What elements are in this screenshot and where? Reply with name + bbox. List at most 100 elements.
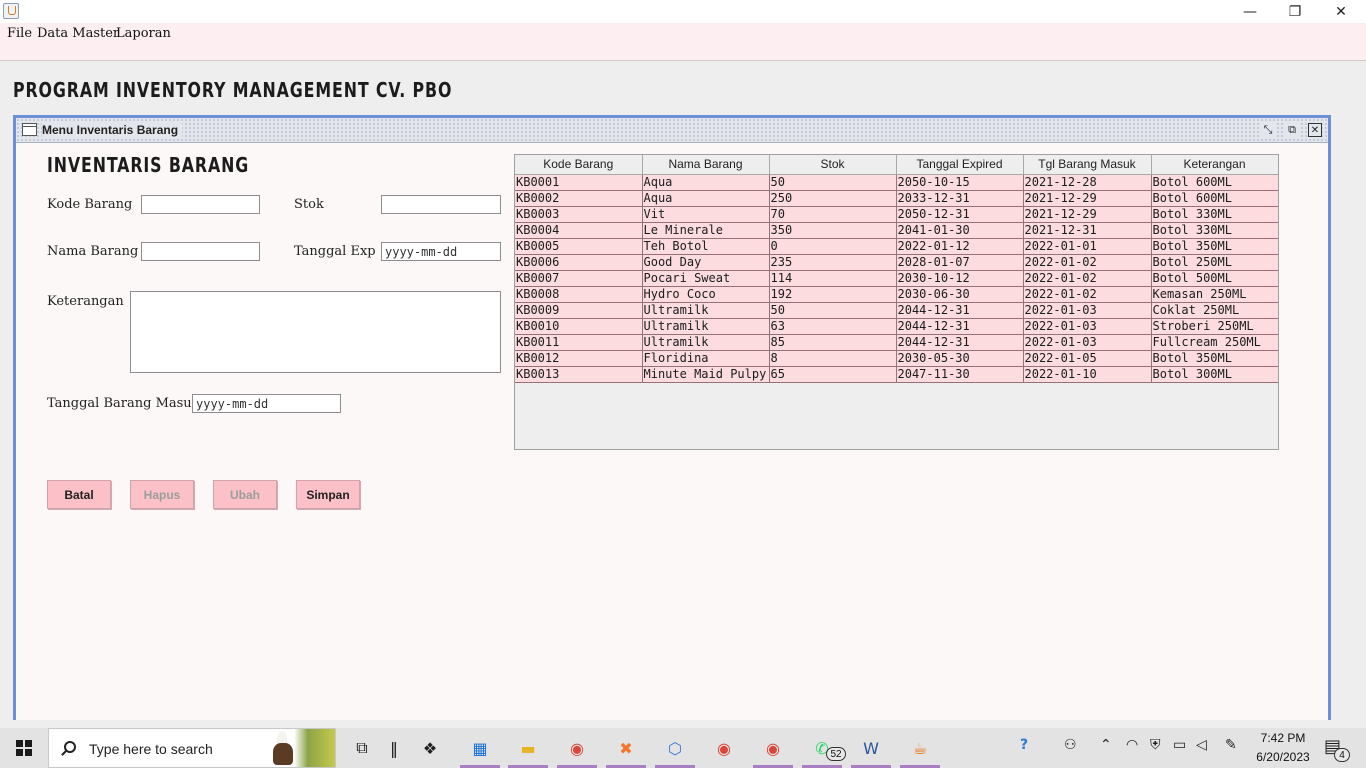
column-header-masuk[interactable]: Tgl Barang Masuk xyxy=(1023,155,1152,175)
batal-button[interactable]: Batal xyxy=(47,480,111,509)
column-header-keterangan[interactable]: Keterangan xyxy=(1151,155,1278,175)
cell-expired[interactable]: 2033-12-31 xyxy=(896,190,1024,207)
cell-expired[interactable]: 2022-01-12 xyxy=(896,238,1024,255)
table-row[interactable]: KB0001 Aqua 50 2050-10-15 2021-12-28 Botol 60… xyxy=(515,174,1278,191)
cell-kode[interactable]: KB0001 xyxy=(515,174,643,191)
cell-masuk[interactable]: 2022-01-02 xyxy=(1023,286,1152,303)
security-shield-icon[interactable]: ⛨ xyxy=(1150,737,1161,753)
cell-keterangan[interactable]: Fullcream 250ML xyxy=(1151,334,1278,351)
table-row[interactable]: KB0005 Teh Botol 0 2022-01-12 2022-01-01 Boto… xyxy=(515,238,1278,255)
column-header-expired[interactable]: Tanggal Expired xyxy=(896,155,1024,175)
cell-keterangan[interactable]: Botol 330ML xyxy=(1151,222,1278,239)
cell-expired[interactable]: 2030-05-30 xyxy=(896,350,1024,367)
column-header-stok[interactable]: Stok xyxy=(769,155,897,175)
virtualbox-taskbar-icon[interactable]: ⬡ xyxy=(661,734,689,762)
cell-keterangan[interactable]: Botol 600ML xyxy=(1151,174,1278,191)
cell-nama[interactable]: Hydro Coco xyxy=(642,286,770,303)
cell-stok[interactable]: 350 xyxy=(769,222,897,239)
cell-stok[interactable]: 235 xyxy=(769,254,897,271)
xampp-taskbar-icon[interactable]: ✖ xyxy=(612,734,640,762)
chrome-profile-a-taskbar-icon[interactable]: ◉ xyxy=(759,734,787,762)
cell-keterangan[interactable]: Botol 350ML xyxy=(1151,350,1278,367)
volume-icon[interactable]: ◁ xyxy=(1196,737,1207,753)
internal-frame-titlebar[interactable]: Menu Inventaris Barang ⤡ ⧉ ✕ xyxy=(16,118,1328,143)
cell-kode[interactable]: KB0009 xyxy=(515,302,643,319)
battery-icon[interactable]: ▭ xyxy=(1173,737,1186,753)
cell-nama[interactable]: Minute Maid Pulpy xyxy=(642,366,770,383)
cell-nama[interactable]: Ultramilk xyxy=(642,334,770,351)
table-row[interactable]: KB0008 Hydro Coco 192 2030-06-30 2022-01-02 K… xyxy=(515,286,1278,303)
cell-kode[interactable]: KB0013 xyxy=(515,366,643,383)
table-row[interactable]: KB0006 Good Day 235 2028-01-07 2022-01-02 Bot… xyxy=(515,254,1278,271)
cell-nama[interactable]: Teh Botol xyxy=(642,238,770,255)
cell-stok[interactable]: 70 xyxy=(769,206,897,223)
frame-minimize-button[interactable]: ⤡ xyxy=(1261,123,1275,137)
microsoft-store-taskbar-icon[interactable]: ▦ xyxy=(466,734,494,762)
column-header-nama[interactable]: Nama Barang xyxy=(642,155,770,175)
cell-kode[interactable]: KB0003 xyxy=(515,206,643,223)
hapus-button[interactable]: Hapus xyxy=(130,480,194,509)
menu-laporan[interactable]: Laporan xyxy=(116,26,171,41)
cell-expired[interactable]: 2044-12-31 xyxy=(896,302,1024,319)
cell-expired[interactable]: 2030-10-12 xyxy=(896,270,1024,287)
cell-keterangan[interactable]: Stroberi 250ML xyxy=(1151,318,1278,335)
tray-chevron-up-icon[interactable]: ⌃ xyxy=(1100,737,1112,753)
column-header-kode[interactable]: Kode Barang xyxy=(515,155,643,175)
cell-masuk[interactable]: 2022-01-01 xyxy=(1023,238,1152,255)
cell-keterangan[interactable]: Botol 250ML xyxy=(1151,254,1278,271)
java-taskbar-icon[interactable]: ☕ xyxy=(906,734,934,762)
cell-expired[interactable]: 2041-01-30 xyxy=(896,222,1024,239)
cell-keterangan[interactable]: Botol 500ML xyxy=(1151,270,1278,287)
cell-nama[interactable]: Good Day xyxy=(642,254,770,271)
cell-keterangan[interactable]: Botol 350ML xyxy=(1151,238,1278,255)
menu-file[interactable]: File xyxy=(7,26,32,41)
close-button[interactable]: ✕ xyxy=(1318,0,1364,23)
kode-barang-input[interactable] xyxy=(141,195,260,214)
cell-stok[interactable]: 50 xyxy=(769,302,897,319)
cell-kode[interactable]: KB0005 xyxy=(515,238,643,255)
cell-kode[interactable]: KB0012 xyxy=(515,350,643,367)
cell-stok[interactable]: 65 xyxy=(769,366,897,383)
cell-expired[interactable]: 2030-06-30 xyxy=(896,286,1024,303)
cell-kode[interactable]: KB0008 xyxy=(515,286,643,303)
cell-keterangan[interactable]: Botol 300ML xyxy=(1151,366,1278,383)
cell-expired[interactable]: 2050-12-31 xyxy=(896,206,1024,223)
table-row[interactable]: KB0011 Ultramilk 85 2044-12-31 2022-01-03 Ful… xyxy=(515,334,1278,351)
frame-close-button[interactable]: ✕ xyxy=(1308,123,1322,137)
cell-kode[interactable]: KB0011 xyxy=(515,334,643,351)
table-row[interactable]: KB0010 Ultramilk 63 2044-12-31 2022-01-03 Str… xyxy=(515,318,1278,335)
cell-nama[interactable]: Floridina xyxy=(642,350,770,367)
cell-expired[interactable]: 2028-01-07 xyxy=(896,254,1024,271)
task-view-taskbar-icon[interactable]: ⧉ xyxy=(348,734,376,762)
cell-stok[interactable]: 0 xyxy=(769,238,897,255)
cell-stok[interactable]: 250 xyxy=(769,190,897,207)
table-row[interactable]: KB0012 Floridina 8 2030-05-30 2022-01-05 Boto… xyxy=(515,350,1278,367)
help-icon[interactable]: ? xyxy=(1020,737,1028,753)
cell-masuk[interactable]: 2022-01-03 xyxy=(1023,302,1152,319)
people-icon[interactable]: ⚇ xyxy=(1064,737,1077,753)
cell-kode[interactable]: KB0006 xyxy=(515,254,643,271)
cell-kode[interactable]: KB0002 xyxy=(515,190,643,207)
cell-masuk[interactable]: 2022-01-03 xyxy=(1023,334,1152,351)
cell-stok[interactable]: 114 xyxy=(769,270,897,287)
cell-stok[interactable]: 50 xyxy=(769,174,897,191)
widgets-taskbar-icon[interactable]: ‖ xyxy=(380,734,408,762)
simpan-button[interactable]: Simpan xyxy=(296,480,360,509)
table-row[interactable]: KB0013 Minute Maid Pulpy 65 2047-11-30 2022-… xyxy=(515,366,1278,383)
cell-masuk[interactable]: 2021-12-28 xyxy=(1023,174,1152,191)
cell-masuk[interactable]: 2022-01-02 xyxy=(1023,270,1152,287)
cell-keterangan[interactable]: Botol 330ML xyxy=(1151,206,1278,223)
tanggal-exp-input[interactable] xyxy=(381,242,501,261)
cell-keterangan[interactable]: Coklat 250ML xyxy=(1151,302,1278,319)
nama-barang-input[interactable] xyxy=(141,242,260,261)
clock-time[interactable]: 7:42 PM xyxy=(1258,731,1308,745)
cell-nama[interactable]: Aqua xyxy=(642,174,770,191)
table-row[interactable]: KB0004 Le Minerale 350 2041-01-30 2021-12-31… xyxy=(515,222,1278,239)
cell-kode[interactable]: KB0010 xyxy=(515,318,643,335)
taskbar-search-box[interactable]: Type here to search xyxy=(48,728,336,768)
cell-expired[interactable]: 2044-12-31 xyxy=(896,318,1024,335)
wifi-icon[interactable]: ◠ xyxy=(1126,737,1138,753)
cell-masuk[interactable]: 2022-01-02 xyxy=(1023,254,1152,271)
cell-masuk[interactable]: 2022-01-03 xyxy=(1023,318,1152,335)
cell-nama[interactable]: Ultramilk xyxy=(642,302,770,319)
